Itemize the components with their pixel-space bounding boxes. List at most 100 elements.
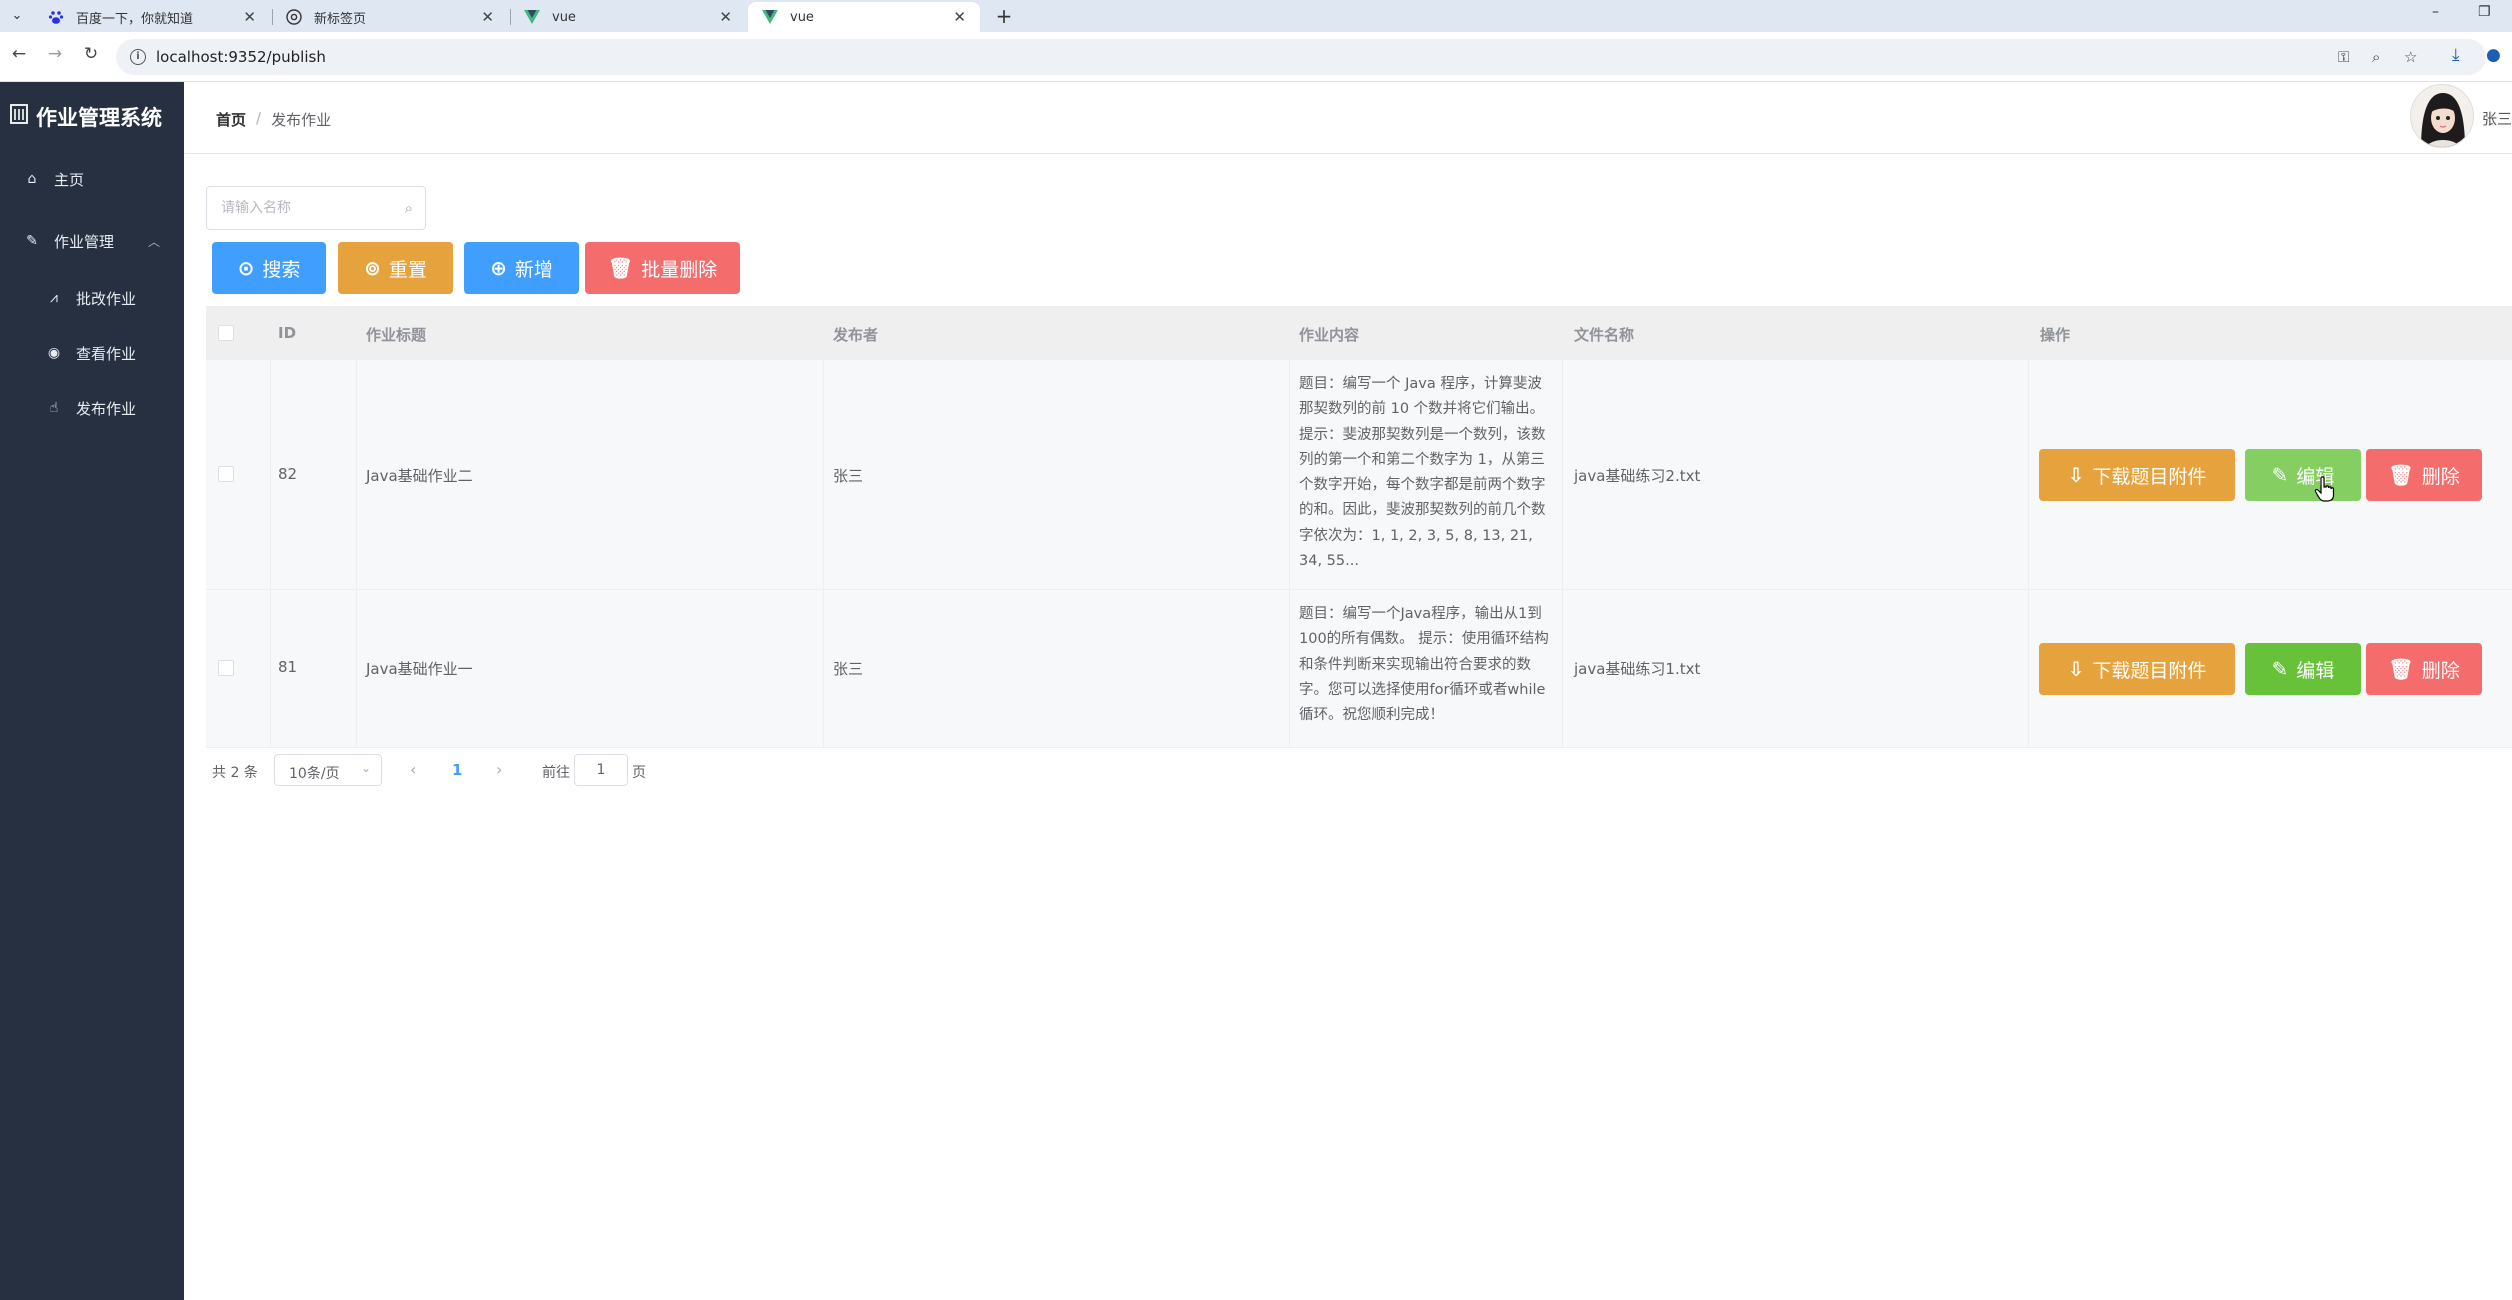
cell-content: 题目：编写一个Java程序，输出从1到100的所有偶数。 提示：使用循环结构和条…: [1299, 606, 1549, 724]
password-key-icon[interactable]: ⚿: [2338, 48, 2349, 66]
sidebar-item-label: 批改作业: [76, 289, 137, 308]
bookmark-star-icon[interactable]: ☆: [2404, 48, 2417, 66]
browser-tab-newtab[interactable]: 新标签页 ✕: [272, 2, 508, 32]
column-header-content[interactable]: 作业内容: [1299, 324, 1359, 345]
baidu-paw-icon: [48, 9, 64, 25]
tab-search-chevron-icon[interactable]: ⌄: [6, 6, 28, 26]
download-attachment-button[interactable]: ⇩ 下载题目附件: [2039, 449, 2235, 501]
cell-filename: java基础练习1.txt: [1574, 660, 1701, 678]
column-divider: [823, 360, 824, 590]
browser-toolbar: ← → ↻ i localhost:9352/publish ⚿ ⌕ ☆ ⤓ ●: [0, 32, 2512, 82]
restore-icon[interactable]: ❐: [2478, 4, 2491, 20]
sidebar-item-view-homework[interactable]: ◉ 查看作业: [0, 329, 184, 377]
column-header-filename[interactable]: 文件名称: [1574, 324, 1634, 345]
delete-button[interactable]: 🗑 删除: [2366, 449, 2482, 501]
current-page-number[interactable]: 1: [452, 761, 462, 779]
minimize-icon[interactable]: –: [2432, 4, 2439, 20]
close-icon[interactable]: ✕: [953, 8, 966, 26]
sidebar-item-publish-homework[interactable]: ☝ 发布作业: [0, 384, 184, 432]
site-info-icon[interactable]: i: [130, 49, 146, 65]
breadcrumb-current: 发布作业: [271, 111, 332, 129]
chevron-up-icon: ︿: [147, 234, 160, 249]
goto-suffix: 页: [632, 765, 646, 781]
reset-button[interactable]: ⊚ 重置: [338, 242, 453, 294]
page-size-select[interactable]: 10条/页 ⌄: [274, 754, 382, 786]
edit-button[interactable]: ✎ 编辑: [2245, 643, 2361, 695]
table-row: 82 Java基础作业二 张三 题目：编写一个 Java 程序，计算斐波那契数列…: [206, 360, 2512, 590]
building-icon: [8, 103, 30, 131]
row-checkbox[interactable]: [218, 466, 234, 482]
goto-label: 前往: [542, 765, 570, 781]
column-header-title[interactable]: 作业标题: [366, 324, 426, 345]
back-arrow-icon[interactable]: ←: [8, 44, 30, 64]
column-header-publisher[interactable]: 发布者: [833, 324, 878, 345]
row-checkbox[interactable]: [218, 660, 234, 676]
column-header-actions: 操作: [2040, 326, 2071, 344]
close-icon[interactable]: ✕: [481, 8, 494, 26]
zoom-icon[interactable]: ⌕: [2372, 48, 2380, 66]
avatar[interactable]: [2410, 84, 2474, 148]
pagination-total: 共 2 条: [212, 765, 258, 781]
new-tab-button[interactable]: +: [992, 4, 1016, 28]
page-size-value: 10条/页: [289, 766, 340, 782]
browser-tab-vue-active[interactable]: vue ✕: [748, 2, 980, 32]
batch-delete-button[interactable]: 🗑 批量删除: [585, 242, 740, 294]
sidebar-item-label: 主页: [54, 170, 85, 189]
search-icon: ⌕: [404, 199, 413, 217]
column-divider: [270, 590, 271, 748]
reload-icon[interactable]: ↻: [80, 44, 102, 64]
sidebar-item-grade-homework[interactable]: ⩘ 批改作业: [0, 274, 184, 322]
column-divider: [1562, 360, 1563, 590]
column-header-id[interactable]: ID: [278, 324, 296, 342]
prev-page-icon[interactable]: ‹: [410, 760, 416, 779]
cell-title: Java基础作业二: [366, 467, 473, 485]
browser-tab-baidu[interactable]: 百度一下，你就知道 ✕: [34, 2, 270, 32]
vue-icon: [524, 9, 540, 25]
chart-icon: ⩘: [50, 290, 58, 306]
select-all-checkbox[interactable]: [218, 325, 234, 341]
search-field[interactable]: ⌕: [206, 186, 426, 230]
trash-icon: 🗑: [2388, 463, 2414, 487]
sidebar: 作业管理系统 ⌂ 主页 ✎ 作业管理 ︿ ⩘ 批改作业 ◉ 查看作业 ☝ 发布作…: [0, 82, 184, 1300]
add-button[interactable]: ⊕ 新增: [464, 242, 579, 294]
hand-cursor-icon: [2314, 476, 2336, 502]
download-button-label: 下载题目附件: [2092, 465, 2207, 488]
download-icon[interactable]: ⤓: [2452, 45, 2460, 65]
cell-filename: java基础练习2.txt: [1574, 467, 1701, 485]
close-icon[interactable]: ✕: [719, 8, 732, 26]
home-icon: ⌂: [27, 171, 37, 187]
app-title: 作业管理系统: [36, 106, 162, 130]
next-page-icon[interactable]: ›: [496, 760, 502, 779]
download-icon: ⇩: [2067, 463, 2085, 487]
search-icon: ⊙: [237, 256, 255, 280]
address-bar[interactable]: i localhost:9352/publish ⚿ ⌕ ☆: [116, 39, 2486, 75]
tab-title: vue: [790, 9, 814, 25]
delete-button-label: 删除: [2421, 659, 2460, 682]
cell-content: 题目：编写一个 Java 程序，计算斐波那契数列的前 10 个数并将它们输出。 …: [1299, 376, 1546, 570]
profile-icon[interactable]: ●: [2486, 45, 2501, 65]
search-input[interactable]: [221, 198, 391, 218]
forward-arrow-icon[interactable]: →: [44, 44, 66, 64]
download-icon: ⇩: [2067, 657, 2085, 681]
breadcrumb: 首页 / 发布作业: [216, 109, 331, 130]
edit-button[interactable]: ✎ 编辑: [2245, 449, 2361, 501]
username[interactable]: 张三: [2482, 108, 2512, 129]
browser-tab-vue[interactable]: vue ✕: [510, 2, 746, 32]
download-attachment-button[interactable]: ⇩ 下载题目附件: [2039, 643, 2235, 695]
sidebar-item-home[interactable]: ⌂ 主页: [0, 155, 184, 203]
sidebar-item-homework-management[interactable]: ✎ 作业管理 ︿: [0, 217, 184, 265]
tab-title: vue: [552, 9, 576, 25]
search-button[interactable]: ⊙ 搜索: [212, 242, 326, 294]
close-icon[interactable]: ✕: [243, 8, 256, 26]
goto-page-input[interactable]: 1: [574, 754, 628, 786]
cell-title: Java基础作业一: [366, 660, 473, 678]
delete-button[interactable]: 🗑 删除: [2366, 643, 2482, 695]
page-header: 首页 / 发布作业 张三: [184, 82, 2512, 154]
breadcrumb-home-link[interactable]: 首页: [216, 109, 246, 130]
sidebar-item-label: 查看作业: [76, 344, 137, 363]
add-circle-icon: ⊕: [490, 256, 507, 280]
sidebar-item-label: 作业管理: [54, 232, 115, 251]
column-divider: [270, 360, 271, 590]
search-button-label: 搜索: [262, 258, 301, 281]
column-divider: [823, 590, 824, 748]
